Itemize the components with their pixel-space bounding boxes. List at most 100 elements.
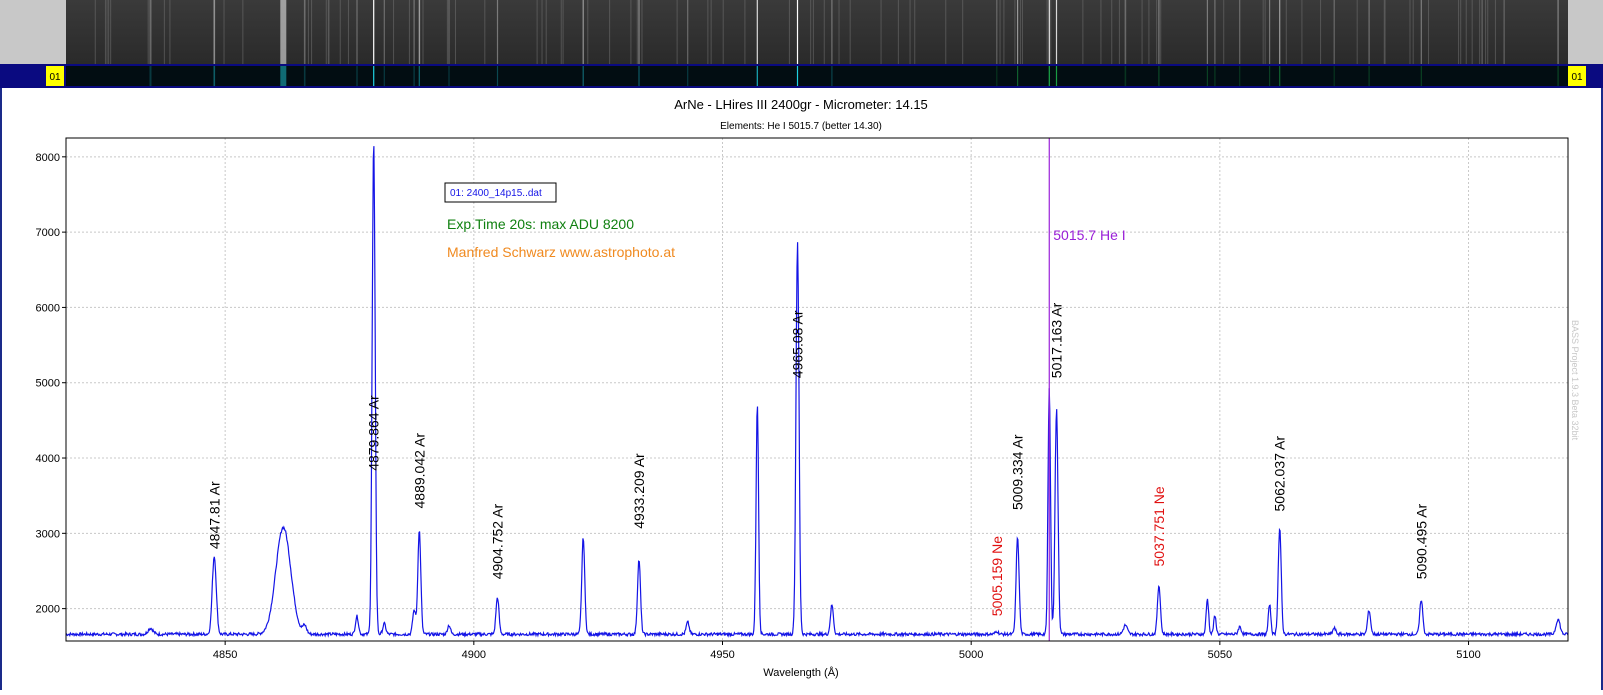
line-label: 4933.209 Ar <box>631 453 647 529</box>
band-emission-line <box>383 66 385 86</box>
x-tick-label: 4900 <box>462 649 486 661</box>
band-emission-line <box>1420 66 1422 86</box>
strip-emission-line <box>413 0 415 64</box>
strip-emission-line <box>687 0 689 64</box>
band-emission-line <box>1158 66 1160 86</box>
band-emission-line <box>1368 66 1370 86</box>
strip-emission-line <box>280 0 287 64</box>
strip-emission-line <box>1214 0 1216 64</box>
strip-emission-line <box>1055 0 1058 64</box>
band-emission-line <box>756 66 758 86</box>
author-annotation: Manfred Schwarz www.astrophoto.at <box>447 244 675 260</box>
line-label: 4965.08 Ar <box>790 310 806 378</box>
exposure-annotation: Exp.Time 20s: max ADU 8200 <box>447 216 634 232</box>
strip-emission-line <box>1420 0 1422 64</box>
line-label: 5090.495 Ar <box>1413 503 1429 579</box>
strip-emission-line <box>996 0 998 64</box>
band-emission-line <box>1557 66 1559 86</box>
line-label: 4879.864 Ar <box>366 395 382 471</box>
strip-emission-line <box>1557 0 1559 64</box>
strip-emission-line <box>638 0 640 64</box>
frame-color-strip <box>66 66 1568 86</box>
strip-emission-line <box>373 0 375 64</box>
x-tick-label: 5100 <box>1456 649 1480 661</box>
chart-subtitle: Elements: He I 5015.7 (better 14.30) <box>720 121 882 132</box>
band-emission-line <box>1017 66 1019 86</box>
strip-emission-line <box>1206 0 1208 64</box>
y-tick-label: 5000 <box>36 378 60 390</box>
band-emission-line <box>303 66 306 86</box>
spectrum-image-strip <box>66 0 1568 64</box>
strip-emission-line <box>1017 0 1019 64</box>
chart-title: ArNe - LHires III 2400gr - Micrometer: 1… <box>674 97 928 112</box>
line-label: 4904.752 Ar <box>490 503 506 579</box>
x-tick-label: 4850 <box>213 649 237 661</box>
band-emission-line <box>280 66 287 86</box>
strip-emission-line <box>1368 0 1370 64</box>
frame-label-right: 01 <box>1571 72 1583 83</box>
x-tick-label: 4950 <box>710 649 734 661</box>
band-emission-line <box>418 66 420 86</box>
strip-emission-line <box>1279 0 1281 64</box>
band-emission-line <box>1206 66 1208 86</box>
y-tick-label: 7000 <box>36 227 60 239</box>
frame-label-left: 01 <box>49 72 61 83</box>
band-emission-line <box>356 66 358 86</box>
line-label: 5017.163 Ar <box>1049 302 1065 378</box>
band-emission-line <box>413 66 415 86</box>
line-label: 5005.159 Ne <box>989 536 1005 616</box>
band-emission-line <box>1048 66 1050 86</box>
spectrum-viewer: 01 01 ArNe - LHires III 2400gr - Microme… <box>0 0 1603 690</box>
strip-emission-line <box>213 0 216 64</box>
band-emission-line <box>213 66 216 86</box>
strip-emission-line <box>796 0 799 64</box>
x-tick-label: 5000 <box>959 649 983 661</box>
band-emission-line <box>638 66 640 86</box>
strip-emission-line <box>831 0 833 64</box>
band-emission-line <box>1055 66 1058 86</box>
band-emission-line <box>1279 66 1281 86</box>
line-label: 5009.334 Ar <box>1010 434 1026 510</box>
strip-emission-line <box>496 0 499 64</box>
band-emission-line <box>1269 66 1271 86</box>
y-tick-label: 4000 <box>36 453 60 465</box>
band-emission-line <box>831 66 833 86</box>
line-label: 5062.037 Ar <box>1272 436 1288 512</box>
band-emission-line <box>448 66 450 86</box>
band-emission-line <box>1214 66 1216 86</box>
he-marker-label: 5015.7 He I <box>1053 227 1125 243</box>
line-label: 4889.042 Ar <box>411 433 427 509</box>
strip-emission-line <box>1124 0 1127 64</box>
strip-emission-line <box>1333 0 1335 64</box>
chart-panel <box>0 88 1603 690</box>
spectrum-chart: 01 01 ArNe - LHires III 2400gr - Microme… <box>0 0 1603 690</box>
strip-emission-line <box>448 0 450 64</box>
strip-emission-line <box>356 0 358 64</box>
band-emission-line <box>1333 66 1335 86</box>
strip-emission-line <box>1239 0 1241 64</box>
line-label: 5037.751 Ne <box>1151 486 1167 566</box>
y-tick-label: 6000 <box>36 302 60 314</box>
line-label: 4847.81 Ar <box>206 481 222 549</box>
software-watermark: BASS Project 1.9.3 Beta 32bit <box>1570 320 1580 441</box>
y-tick-label: 8000 <box>36 152 60 164</box>
band-emission-line <box>582 66 584 86</box>
strip-emission-line <box>383 0 385 64</box>
band-emission-line <box>996 66 998 86</box>
y-tick-label: 3000 <box>36 528 60 540</box>
x-axis-label: Wavelength (Å) <box>763 666 838 679</box>
band-emission-line <box>496 66 499 86</box>
strip-emission-line <box>1048 0 1050 64</box>
legend-entry: 01: 2400_14p15..dat <box>450 188 542 199</box>
x-tick-label: 5050 <box>1208 649 1232 661</box>
strip-emission-line <box>582 0 584 64</box>
strip-emission-line <box>1158 0 1160 64</box>
strip-emission-line <box>418 0 420 64</box>
band-emission-line <box>149 66 152 86</box>
band-emission-line <box>1124 66 1127 86</box>
band-emission-line <box>373 66 375 86</box>
strip-emission-line <box>1269 0 1271 64</box>
strip-emission-line <box>303 0 306 64</box>
band-emission-line <box>687 66 689 86</box>
strip-emission-line <box>756 0 758 64</box>
